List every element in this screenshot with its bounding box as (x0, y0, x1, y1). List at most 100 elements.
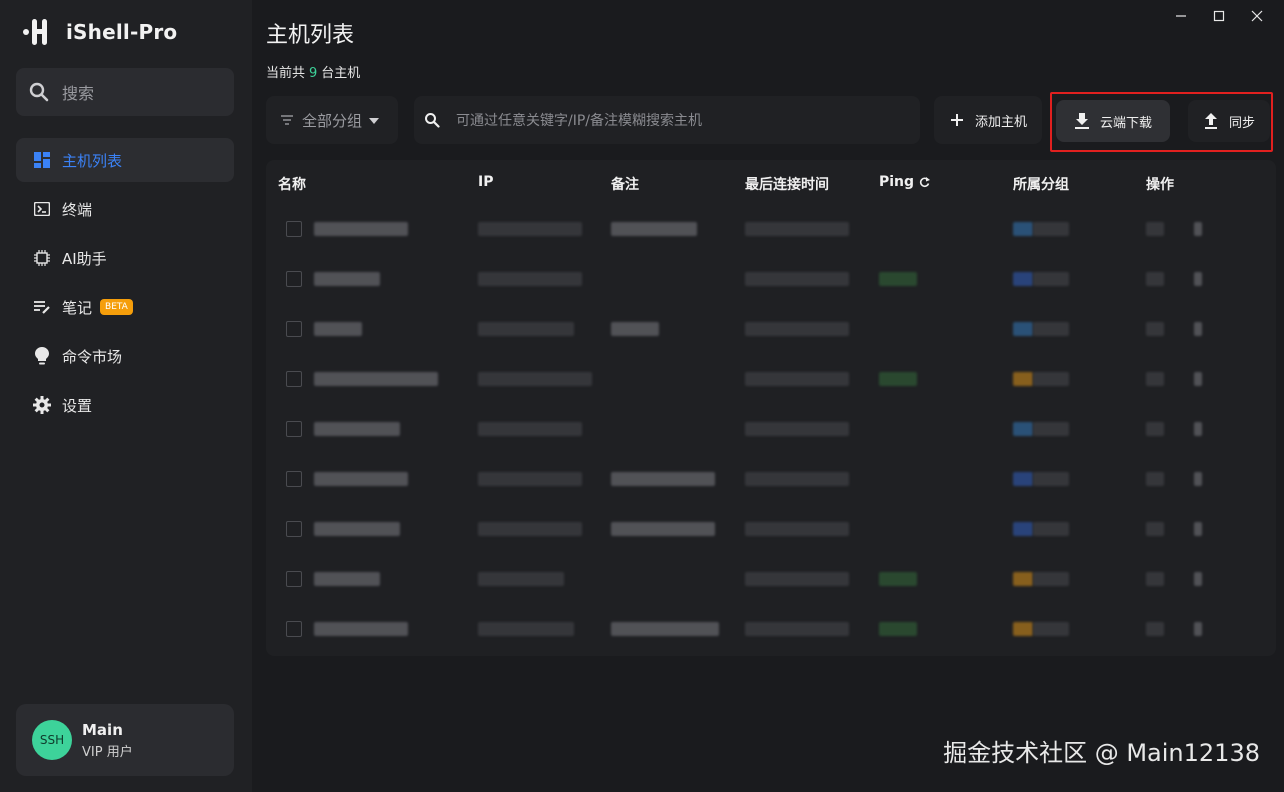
lightbulb-icon (33, 347, 51, 365)
table-row[interactable] (266, 510, 1276, 560)
user-role: VIP 用户 (82, 744, 133, 760)
action-obscured (1194, 472, 1202, 486)
sidebar-search[interactable]: 搜索 (16, 68, 234, 116)
row-checkbox[interactable] (286, 421, 302, 437)
dashboard-icon (33, 151, 51, 169)
group-name-obscured (1033, 322, 1069, 336)
add-host-button[interactable]: 添加主机 (934, 96, 1042, 144)
group-color-obscured (1013, 322, 1033, 336)
group-name-obscured (1033, 522, 1069, 536)
ping-obscured (879, 272, 917, 286)
host-search-input[interactable]: 可通过任意关键字/IP/备注模糊搜索主机 (414, 96, 920, 144)
row-checkbox[interactable] (286, 521, 302, 537)
host-name-obscured (314, 222, 408, 236)
ai-chip-icon (33, 249, 51, 267)
table-row[interactable] (266, 560, 1276, 610)
table-row[interactable] (266, 360, 1276, 410)
app-logo: iShell-Pro (22, 16, 177, 48)
action-obscured (1194, 272, 1202, 286)
group-name-obscured (1033, 472, 1069, 486)
refresh-icon[interactable] (919, 176, 931, 188)
group-color-obscured (1013, 372, 1033, 386)
action-obscured (1146, 372, 1164, 386)
terminal-icon (33, 200, 51, 218)
table-row[interactable] (266, 410, 1276, 460)
host-ip-obscured (478, 622, 574, 636)
group-name-obscured (1033, 272, 1069, 286)
sidebar-item-label: 主机列表 (62, 151, 123, 170)
host-ip-obscured (478, 572, 564, 586)
last-connect-obscured (745, 472, 849, 486)
host-count: 当前共 9 台主机 (266, 62, 360, 81)
host-name-obscured (314, 272, 380, 286)
column-header-group: 所属分组 (1013, 177, 1069, 193)
user-card[interactable]: SSH Main VIP 用户 (16, 704, 234, 776)
avatar: SSH (32, 720, 72, 760)
action-obscured (1146, 522, 1164, 536)
group-name-obscured (1033, 222, 1069, 236)
column-header-ip: IP (478, 174, 494, 190)
filter-icon (280, 113, 294, 127)
sidebar-item-ai-assistant[interactable]: AI助手 (16, 236, 234, 280)
logo-icon (22, 16, 54, 48)
sidebar-item-notes[interactable]: 笔记 BETA (16, 285, 234, 329)
column-header-remark: 备注 (611, 177, 639, 193)
sidebar-item-settings[interactable]: 设置 (16, 383, 234, 427)
minimize-icon[interactable] (1168, 6, 1194, 26)
group-select-value: 全部分组 (302, 111, 363, 130)
sidebar: iShell-Pro 搜索 主机列表 终端 AI助手 笔记 BETA 命令市场 … (0, 0, 252, 792)
sidebar-item-host-list[interactable]: 主机列表 (16, 138, 234, 182)
last-connect-obscured (745, 572, 849, 586)
watermark: 掘金技术社区 @ Main12138 (943, 739, 1260, 767)
app-name: iShell-Pro (66, 20, 178, 44)
last-connect-obscured (745, 422, 849, 436)
row-checkbox[interactable] (286, 271, 302, 287)
column-header-ping: Ping (879, 174, 915, 190)
plus-icon (949, 112, 965, 128)
sidebar-item-label: 终端 (62, 200, 93, 219)
host-name-obscured (314, 622, 408, 636)
last-connect-obscured (745, 272, 849, 286)
row-checkbox[interactable] (286, 321, 302, 337)
count-prefix: 当前共 (266, 66, 306, 81)
action-obscured (1194, 322, 1202, 336)
sidebar-item-terminal[interactable]: 终端 (16, 187, 234, 231)
action-obscured (1194, 522, 1202, 536)
row-checkbox[interactable] (286, 371, 302, 387)
row-checkbox[interactable] (286, 471, 302, 487)
page-title: 主机列表 (266, 23, 355, 48)
sidebar-item-command-market[interactable]: 命令市场 (16, 334, 234, 378)
host-table: 名称 IP 备注 最后连接时间 Ping 所属分组 操作 (266, 160, 1276, 656)
ping-obscured (879, 572, 917, 586)
table-row[interactable] (266, 310, 1276, 360)
maximize-icon[interactable] (1206, 6, 1232, 26)
action-obscured (1194, 622, 1202, 636)
group-select[interactable]: 全部分组 (266, 96, 398, 144)
table-row[interactable] (266, 260, 1276, 310)
caret-down-icon (368, 111, 380, 129)
host-name-obscured (314, 522, 400, 536)
row-checkbox[interactable] (286, 621, 302, 637)
sidebar-nav: 主机列表 终端 AI助手 笔记 BETA 命令市场 设置 (16, 138, 234, 432)
ping-obscured (879, 622, 917, 636)
count-suffix: 台主机 (321, 66, 361, 81)
action-obscured (1146, 222, 1164, 236)
table-row[interactable] (266, 610, 1276, 660)
sidebar-search-label: 搜索 (62, 84, 95, 103)
host-ip-obscured (478, 522, 582, 536)
host-name-obscured (314, 372, 438, 386)
action-obscured (1146, 422, 1164, 436)
gear-icon (33, 396, 51, 414)
group-color-obscured (1013, 422, 1033, 436)
last-connect-obscured (745, 622, 849, 636)
row-checkbox[interactable] (286, 571, 302, 587)
host-ip-obscured (478, 472, 582, 486)
close-icon[interactable] (1244, 6, 1270, 26)
action-obscured (1146, 272, 1164, 286)
row-checkbox[interactable] (286, 221, 302, 237)
table-row[interactable] (266, 460, 1276, 510)
note-icon (33, 298, 51, 316)
action-obscured (1146, 472, 1164, 486)
table-row[interactable] (266, 210, 1276, 260)
sidebar-item-label: AI助手 (62, 249, 107, 268)
